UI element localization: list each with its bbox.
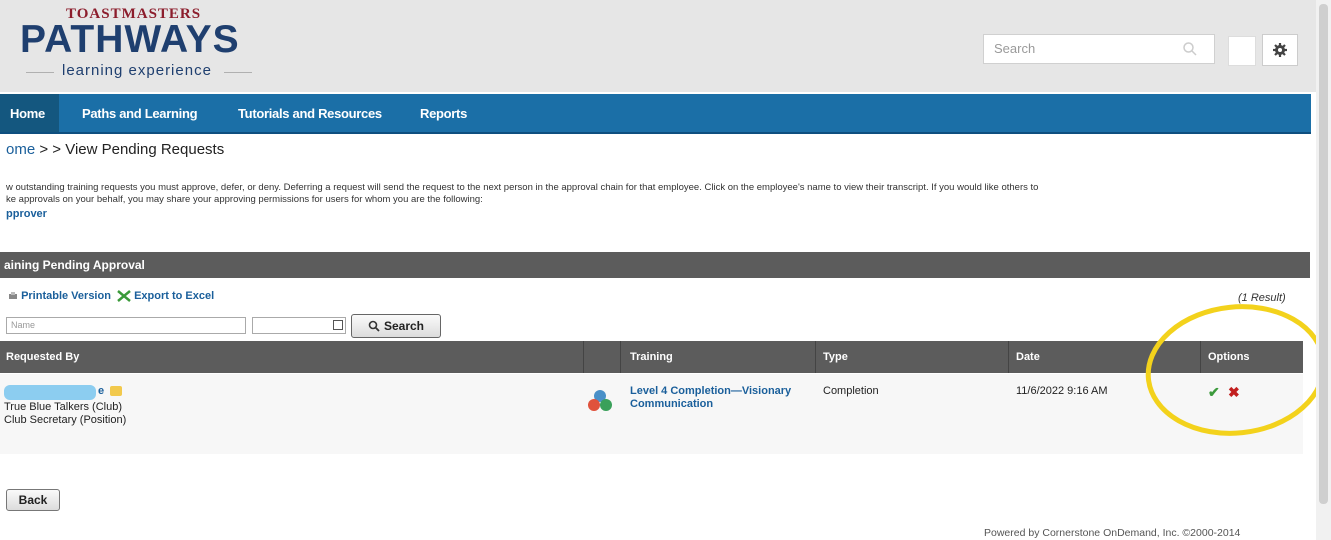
col-requested-by[interactable]: Requested By [6,351,79,363]
col-divider [815,341,816,373]
requester-name-suffix[interactable]: e [98,385,104,398]
calendar-icon[interactable] [333,320,343,330]
col-date[interactable]: Date [1016,351,1040,363]
col-divider [620,341,621,373]
folder-icon[interactable] [110,386,122,396]
intro-line-1: w outstanding training requests you must… [6,182,1039,193]
training-title-line-2[interactable]: Communication [630,398,713,411]
main-nav: Home Paths and Learning Tutorials and Re… [0,94,1311,134]
requester-position: Club Secretary (Position) [4,414,127,426]
excel-icon [117,290,131,303]
intro-text: w outstanding training requests you must… [6,182,1311,206]
approver-link[interactable]: pprover [6,208,47,220]
col-divider [583,341,584,373]
search-icon[interactable] [1182,41,1198,57]
highlight-circle-annotation [1145,304,1327,436]
logo-divider-right [224,72,252,73]
nav-reports[interactable]: Reports [420,94,467,132]
action-links: Printable Version Export to Excel [8,290,214,302]
gear-icon [1273,43,1287,57]
powered-by-footer: Powered by Cornerstone OnDemand, Inc. ©2… [984,527,1241,539]
logo-divider-left [26,72,54,73]
user-avatar[interactable] [1228,36,1256,66]
breadcrumb-home[interactable]: ome [6,141,35,158]
scrollbar-thumb[interactable] [1319,4,1328,504]
search-button[interactable]: Search [351,314,441,338]
logo-subtitle: learning experience [62,62,212,79]
breadcrumb-current: > > View Pending Requests [35,141,225,158]
requester-club: True Blue Talkers (Club) [4,401,122,413]
section-header: aining Pending Approval [0,252,1310,278]
settings-button[interactable] [1262,34,1298,66]
nav-home[interactable]: Home [0,94,59,132]
logo-pathways-text: PATHWAYS [20,18,240,61]
back-button-label: Back [18,493,48,507]
search-button-label: Search [383,319,425,333]
magnifier-icon [368,320,380,332]
col-training[interactable]: Training [630,351,673,363]
training-title-line-1[interactable]: Level 4 Completion—Visionary [630,385,791,398]
training-type-icon [588,390,612,411]
training-type: Completion [823,385,879,397]
pathways-logo[interactable]: TOASTMASTERS PATHWAYS learning experienc… [14,6,264,86]
col-type[interactable]: Type [823,351,848,363]
section-title: aining Pending Approval [4,258,145,272]
requester-name-redacted[interactable] [4,385,96,400]
name-filter-input[interactable]: Name [6,317,246,334]
nav-paths-and-learning[interactable]: Paths and Learning [82,94,198,132]
printer-icon [9,292,17,300]
global-search[interactable] [983,34,1215,64]
date-filter-input[interactable] [252,317,346,334]
table-header: Requested By Training Type Date Options [0,341,1303,373]
request-date: 11/6/2022 9:16 AM [1016,385,1108,397]
breadcrumb: ome > > View Pending Requests [6,141,224,158]
intro-line-2: ke approvals on your behalf, you may sha… [6,194,483,205]
col-divider [1008,341,1009,373]
page-header: TOASTMASTERS PATHWAYS learning experienc… [0,0,1316,92]
global-search-input[interactable] [984,35,1184,61]
nav-tutorials-and-resources[interactable]: Tutorials and Resources [238,94,382,132]
printable-version-link[interactable]: Printable Version [21,290,111,302]
back-button[interactable]: Back [6,489,60,511]
export-to-excel-link[interactable]: Export to Excel [134,290,214,302]
